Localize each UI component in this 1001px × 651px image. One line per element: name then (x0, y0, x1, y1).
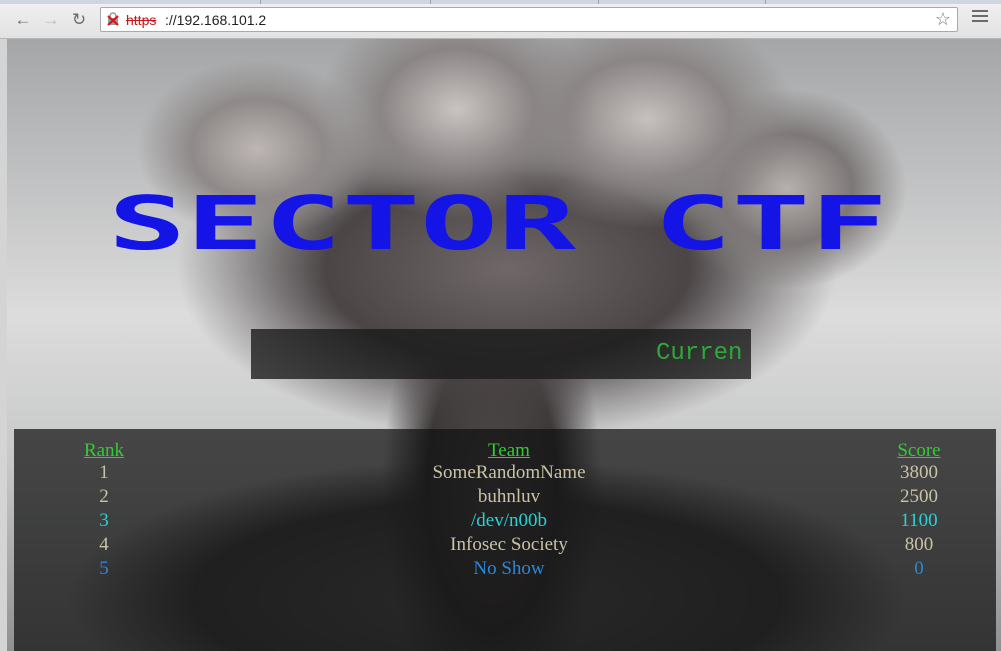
svg-text:SECTOR CTF: SECTOR CTF (108, 189, 888, 259)
team-cell: No Show (473, 558, 545, 579)
tab-strip (0, 0, 1001, 4)
tab-divider (765, 0, 766, 4)
tab-divider (260, 0, 261, 4)
rank-cell: 5 (99, 558, 109, 579)
reload-icon: ↻ (71, 10, 87, 29)
forward-button[interactable]: → (40, 9, 62, 31)
rank-cell: 1 (99, 462, 109, 483)
url-scheme: https (126, 12, 157, 28)
page-viewport: SECTOR CTF Curren Rank 1 2 3 4 5 Team So… (7, 39, 1001, 651)
back-button[interactable]: ← (12, 9, 34, 31)
address-bar[interactable]: https ://192.168.101.2 ☆ (100, 7, 958, 32)
team-cell: /dev/n00b (471, 510, 547, 531)
rank-header[interactable]: Rank (74, 429, 134, 461)
team-cell: SomeRandomName (432, 462, 586, 483)
arrow-left-icon: ← (14, 10, 32, 29)
score-cell: 3800 (900, 462, 938, 483)
reload-button[interactable]: ↻ (68, 9, 90, 31)
tab-divider (598, 0, 599, 4)
team-cell: Infosec Society (450, 534, 568, 555)
score-cell: 2500 (900, 486, 938, 507)
tab-divider (430, 0, 431, 4)
rank-cell: 3 (99, 510, 109, 531)
arrow-right-icon: → (42, 10, 60, 29)
rank-cell: 2 (99, 486, 109, 507)
insecure-lock-icon (107, 12, 119, 26)
browser-toolbar: ← → ↻ https ://192.168.101.2 ☆ (0, 0, 1001, 39)
star-icon[interactable]: ☆ (935, 9, 951, 30)
url-host: ://192.168.101.2 (165, 12, 267, 28)
team-cell: buhnluv (477, 486, 541, 507)
score-cell: 800 (904, 534, 934, 555)
score-cell: 1100 (900, 510, 938, 531)
marquee-text: Curren (656, 340, 743, 367)
announcement-marquee: Curren (251, 329, 751, 379)
score-cell: 0 (914, 558, 924, 579)
rank-cell: 4 (99, 534, 109, 555)
team-header[interactable]: Team (359, 429, 659, 461)
scoreboard-table: Rank 1 2 3 4 5 Team SomeRandomName buhnl… (14, 429, 996, 651)
score-column: Score 3800 2500 1100 800 0 (884, 429, 954, 581)
rank-column: Rank 1 2 3 4 5 (74, 429, 134, 581)
sector-ctf-logo: SECTOR CTF (108, 189, 888, 259)
team-column: Team SomeRandomName buhnluv /dev/n00b In… (359, 429, 659, 581)
score-header[interactable]: Score (884, 429, 954, 461)
hamburger-menu-icon[interactable] (972, 10, 988, 26)
